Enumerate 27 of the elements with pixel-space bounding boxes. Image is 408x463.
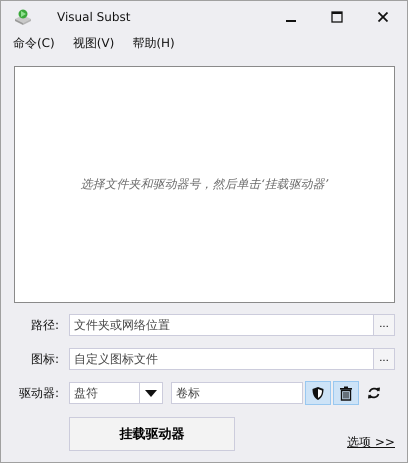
- menu-item[interactable]: 帮助(H): [132, 35, 175, 60]
- drive-letter-field[interactable]: 盘符: [69, 382, 139, 404]
- menu-item[interactable]: 命令(C): [13, 35, 55, 60]
- options-link[interactable]: 选项 >>: [347, 434, 395, 451]
- field-label: 图标:: [30, 350, 60, 368]
- field-label: 路径:: [30, 316, 60, 334]
- path-field[interactable]: 文件夹或网络位置: [69, 314, 374, 336]
- mount-drive-button[interactable]: 挂载驱动器: [69, 417, 235, 451]
- menu-item[interactable]: 视图(V): [72, 35, 114, 60]
- trash-icon: [339, 386, 353, 400]
- close-icon[interactable]: [377, 10, 389, 22]
- shield-icon: [311, 386, 325, 400]
- browse-button[interactable]: ...: [374, 348, 395, 370]
- volume-label-field[interactable]: 卷标: [171, 382, 303, 404]
- drive-icon: [13, 8, 33, 26]
- icon-field[interactable]: 自定义图标文件: [69, 348, 374, 370]
- field-label: 驱动器:: [18, 384, 60, 402]
- empty-message: 选择文件夹和驱动器号，然后单击‘挂载驱动器’: [80, 176, 328, 193]
- trash-button[interactable]: [333, 381, 359, 405]
- dropdown-arrow-icon: [145, 390, 157, 396]
- browse-button[interactable]: ...: [374, 314, 395, 336]
- dropdown-button[interactable]: [139, 382, 163, 404]
- shield-button[interactable]: [305, 381, 331, 405]
- window-title: Visual Subst: [57, 10, 130, 24]
- refresh-icon: [367, 386, 381, 400]
- drive-list[interactable]: 选择文件夹和驱动器号，然后单击‘挂载驱动器’: [14, 66, 395, 303]
- maximize-icon[interactable]: [331, 10, 343, 22]
